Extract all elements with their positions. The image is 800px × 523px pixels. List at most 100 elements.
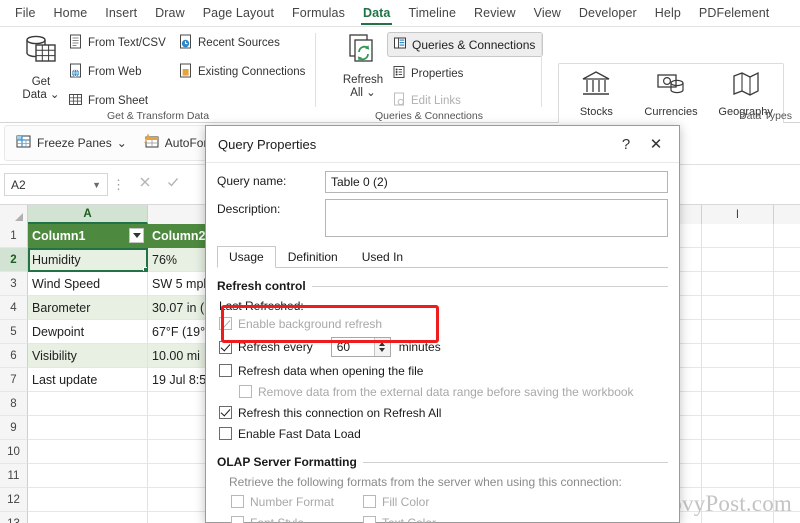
from-text-csv-button[interactable]: From Text/CSV <box>68 34 166 52</box>
chevron-down-icon[interactable]: ▼ <box>92 180 101 190</box>
column-header-j[interactable]: J <box>774 205 800 224</box>
row-header-8[interactable]: 8 <box>0 392 28 416</box>
freeze-panes-button[interactable]: Freeze Panes ⌄ <box>15 133 127 153</box>
cell-j10[interactable] <box>774 440 800 464</box>
cell-j8[interactable] <box>774 392 800 416</box>
row-header-11[interactable]: 11 <box>0 464 28 488</box>
cell-i4[interactable] <box>702 296 774 320</box>
cell-a13[interactable] <box>28 512 148 523</box>
help-icon[interactable]: ? <box>611 130 641 158</box>
cell-j7[interactable] <box>774 368 800 392</box>
cell-a4[interactable]: Barometer <box>28 296 148 320</box>
queries-and-connections-button[interactable]: Queries & Connections <box>387 32 544 57</box>
cell-a8[interactable] <box>28 392 148 416</box>
cell-j1[interactable] <box>774 224 800 248</box>
existing-connections-button[interactable]: Existing Connections <box>178 63 305 81</box>
cell-i1[interactable] <box>702 224 774 248</box>
cell-a7[interactable]: Last update <box>28 368 148 392</box>
cell-a12[interactable] <box>28 488 148 512</box>
cell-i8[interactable] <box>702 392 774 416</box>
properties-button[interactable]: Properties <box>392 65 463 82</box>
ribbon-tab-view[interactable]: View <box>525 2 570 24</box>
ribbon-tab-review[interactable]: Review <box>465 2 525 24</box>
refresh-interval-stepper[interactable]: 60 minutes <box>330 337 441 357</box>
refresh-on-open-row[interactable]: Refresh data when opening the file <box>217 360 668 381</box>
query-name-input[interactable]: Table 0 (2) <box>325 171 668 193</box>
tab-used-in[interactable]: Used In <box>350 246 415 268</box>
from-web-button[interactable]: From Web <box>68 63 141 81</box>
enter-icon[interactable] <box>166 175 180 194</box>
ribbon-tab-home[interactable]: Home <box>45 2 97 24</box>
from-sheet-button[interactable]: From Sheet <box>68 92 148 110</box>
cell-i10[interactable] <box>702 440 774 464</box>
ribbon-tab-formulas[interactable]: Formulas <box>283 2 354 24</box>
enable-background-refresh-row[interactable]: Enable background refresh <box>217 313 668 334</box>
cell-a1[interactable]: Column1 <box>28 224 148 248</box>
ribbon-tab-file[interactable]: File <box>6 2 45 24</box>
spinner-up-icon[interactable] <box>379 342 386 346</box>
cancel-icon[interactable] <box>138 175 152 194</box>
column-header-a[interactable]: A <box>28 205 148 224</box>
cell-i7[interactable] <box>702 368 774 392</box>
ribbon-tab-page-layout[interactable]: Page Layout <box>194 2 283 24</box>
refresh-on-open-checkbox[interactable] <box>219 364 232 377</box>
enable-fast-data-load-row[interactable]: Enable Fast Data Load <box>217 423 668 444</box>
column-header-i[interactable]: I <box>702 205 774 224</box>
ribbon-tab-insert[interactable]: Insert <box>96 2 146 24</box>
get-data-button[interactable]: Get Data ⌄ <box>12 31 70 102</box>
close-icon[interactable]: ✕ <box>641 130 671 158</box>
cell-a9[interactable] <box>28 416 148 440</box>
cell-j5[interactable] <box>774 320 800 344</box>
row-header-9[interactable]: 9 <box>0 416 28 440</box>
cell-j2[interactable] <box>774 248 800 272</box>
name-box[interactable]: A2 ▼ <box>4 173 108 196</box>
enable-fast-data-load-checkbox[interactable] <box>219 427 232 440</box>
spinner-down-icon[interactable] <box>379 348 386 352</box>
cell-i5[interactable] <box>702 320 774 344</box>
data-type-stocks[interactable]: Stocks <box>561 69 631 118</box>
ribbon-tab-draw[interactable]: Draw <box>146 2 194 24</box>
cell-a2[interactable]: Humidity <box>28 248 148 272</box>
cell-j11[interactable] <box>774 464 800 488</box>
refresh-on-refresh-all-checkbox[interactable] <box>219 406 232 419</box>
select-all-corner[interactable] <box>0 205 28 224</box>
cell-i11[interactable] <box>702 464 774 488</box>
enable-background-refresh-checkbox[interactable] <box>219 317 232 330</box>
ribbon-tab-data[interactable]: Data <box>354 2 400 25</box>
refresh-every-row[interactable]: Refresh every 60 minutes <box>217 334 668 360</box>
cell-a11[interactable] <box>28 464 148 488</box>
row-header-6[interactable]: 6 <box>0 344 28 368</box>
data-type-currencies[interactable]: Currencies <box>636 69 706 118</box>
row-header-3[interactable]: 3 <box>0 272 28 296</box>
cell-i9[interactable] <box>702 416 774 440</box>
ribbon-tab-pdfelement[interactable]: PDFelement <box>690 2 778 24</box>
cell-j4[interactable] <box>774 296 800 320</box>
filter-dropdown-icon[interactable] <box>129 228 144 243</box>
row-header-13[interactable]: 13 <box>0 512 28 523</box>
cell-j6[interactable] <box>774 344 800 368</box>
ribbon-tab-developer[interactable]: Developer <box>570 2 646 24</box>
cell-i6[interactable] <box>702 344 774 368</box>
row-header-10[interactable]: 10 <box>0 440 28 464</box>
tab-usage[interactable]: Usage <box>217 246 276 268</box>
refresh-interval-input[interactable]: 60 <box>330 337 391 357</box>
refresh-on-refresh-all-row[interactable]: Refresh this connection on Refresh All <box>217 402 668 423</box>
cell-a10[interactable] <box>28 440 148 464</box>
row-header-5[interactable]: 5 <box>0 320 28 344</box>
row-header-7[interactable]: 7 <box>0 368 28 392</box>
row-header-2[interactable]: 2 <box>0 248 28 272</box>
refresh-every-checkbox[interactable] <box>219 340 232 354</box>
spinner-arrows[interactable] <box>373 338 390 356</box>
refresh-all-button[interactable]: Refresh All ⌄ <box>334 31 392 100</box>
recent-sources-button[interactable]: Recent Sources <box>178 34 280 52</box>
ribbon-tab-help[interactable]: Help <box>646 2 690 24</box>
row-header-1[interactable]: 1 <box>0 224 28 248</box>
cell-i3[interactable] <box>702 272 774 296</box>
formula-bar-grip[interactable]: ⋮ <box>108 177 130 193</box>
description-input[interactable] <box>325 199 668 237</box>
cell-j3[interactable] <box>774 272 800 296</box>
cell-a5[interactable]: Dewpoint <box>28 320 148 344</box>
cell-a3[interactable]: Wind Speed <box>28 272 148 296</box>
row-header-12[interactable]: 12 <box>0 488 28 512</box>
cell-i2[interactable] <box>702 248 774 272</box>
